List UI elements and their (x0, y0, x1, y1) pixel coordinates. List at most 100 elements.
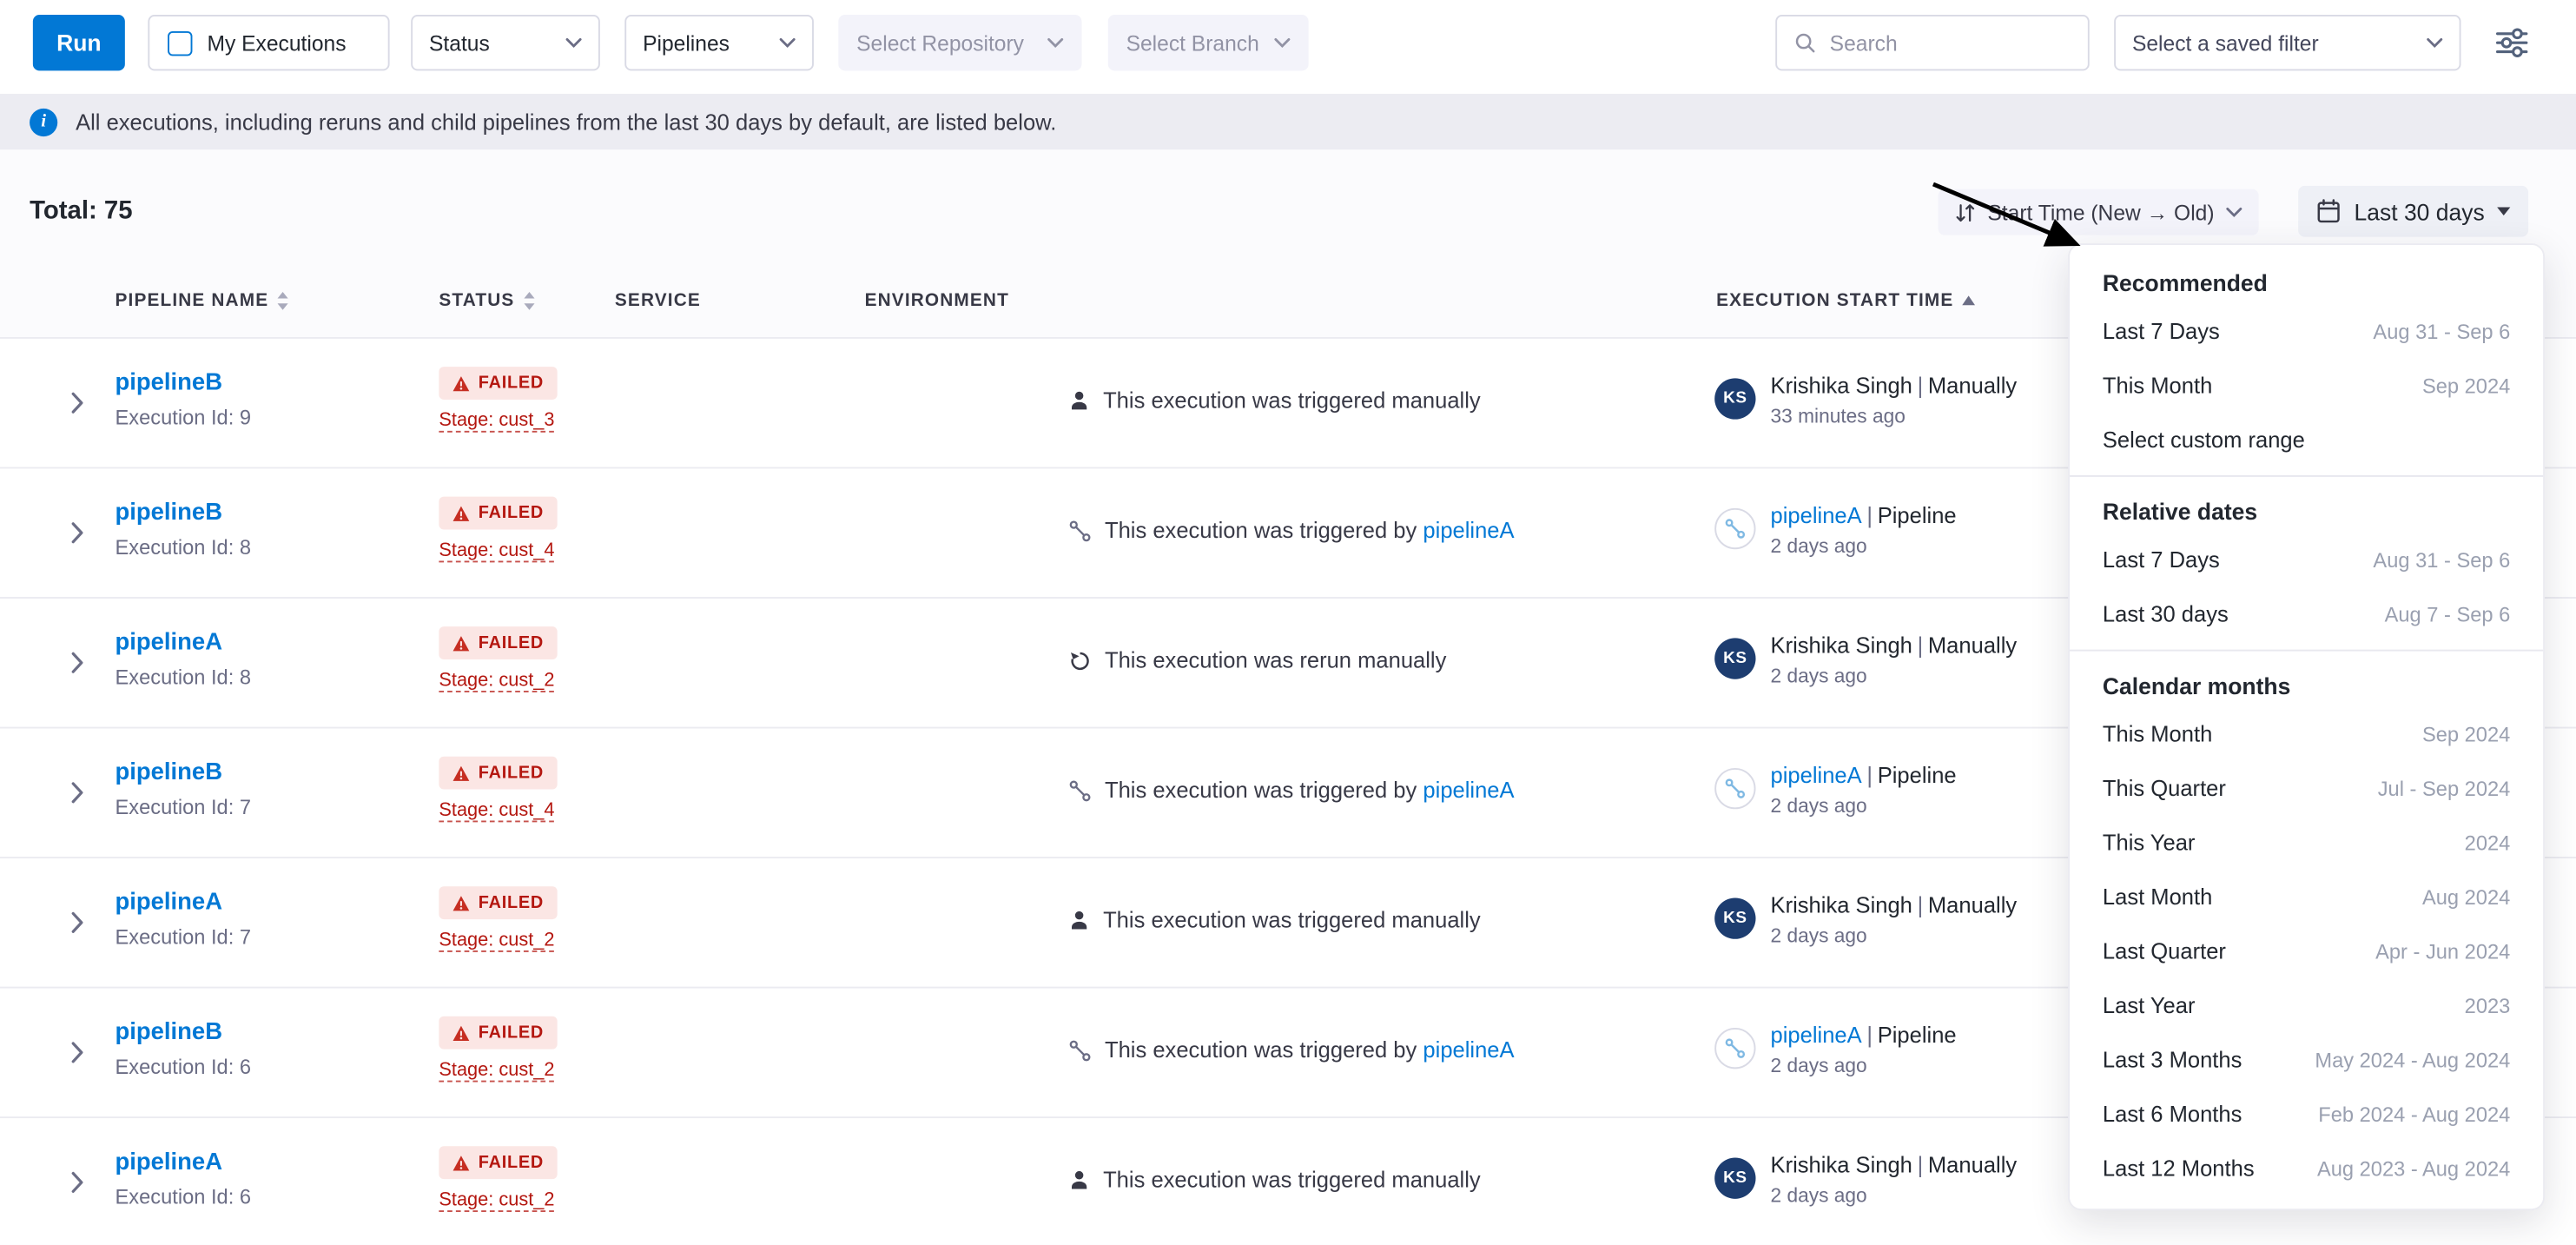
trigger-pipeline-link[interactable]: pipelineA (1423, 1037, 1514, 1062)
date-range-option[interactable]: Last Quarter Apr - Jun 2024 (2070, 924, 2543, 978)
date-range-option[interactable]: Last 7 Days Aug 31 - Sep 6 (2070, 304, 2543, 358)
starter-name: pipelineA (1771, 763, 1862, 787)
failed-stage-link[interactable]: Stage: cust_2 (439, 671, 554, 692)
starter-name: Krishika Singh (1771, 374, 1912, 398)
date-range-option[interactable]: This Month Sep 2024 (2070, 359, 2543, 413)
saved-filter-dropdown[interactable]: Select a saved filter (2114, 15, 2460, 70)
date-range-option[interactable]: Last 6 Months Feb 2024 - Aug 2024 (2070, 1087, 2543, 1141)
my-executions-checkbox[interactable] (168, 30, 192, 55)
select-branch-dropdown[interactable]: Select Branch (1108, 15, 1309, 70)
pipeline-name-link[interactable]: pipelineB (115, 370, 222, 396)
expand-row-chevron-icon[interactable] (70, 911, 83, 934)
trigger-text: This execution was triggered manually (1103, 908, 1481, 932)
starter-name: Krishika Singh (1771, 893, 1912, 917)
column-header[interactable]: PIPELINE NAME (115, 291, 289, 311)
date-range-option[interactable]: Last 3 Months May 2024 - Aug 2024 (2070, 1033, 2543, 1087)
failed-stage-link[interactable]: Stage: cust_4 (439, 541, 554, 563)
execution-start-time-cell: pipelineA|Pipeline 2 days ago (1714, 490, 1956, 558)
user-icon (1068, 390, 1090, 412)
execution-start-time-cell: KS Krishika Singh|Manually 2 days ago (1714, 620, 2017, 688)
expand-row-chevron-icon[interactable] (70, 781, 83, 804)
pipeline-name-link[interactable]: pipelineB (115, 1020, 222, 1046)
search-icon (1793, 31, 1816, 54)
pipeline-name-link[interactable]: pipelineB (115, 500, 222, 526)
trigger-type: Manually (1928, 893, 2017, 917)
time-ago: 33 minutes ago (1771, 405, 2018, 427)
trigger-info: This execution was triggered manually (1068, 908, 1480, 932)
sort-order-label: Start Time (New → Old) (1987, 200, 2214, 224)
failed-stage-link[interactable]: Stage: cust_3 (439, 411, 554, 433)
column-header[interactable]: EXECUTION START TIME (1716, 291, 1977, 311)
caret-down-icon (2498, 207, 2511, 215)
filter-settings-button[interactable] (2493, 24, 2530, 65)
warning-triangle-icon (452, 504, 471, 522)
pipeline-name-link[interactable]: pipelineA (115, 1149, 222, 1175)
my-executions-filter[interactable]: My Executions (148, 15, 389, 70)
expand-row-chevron-icon[interactable] (70, 521, 83, 544)
sort-arrows-icon (1955, 202, 1977, 223)
sort-order-dropdown[interactable]: Start Time (New → Old) (1939, 189, 2259, 235)
search-input[interactable] (1830, 30, 2071, 55)
trigger-text: This execution was triggered by (1105, 778, 1423, 802)
pipeline-avatar (1714, 768, 1755, 809)
date-range-dropdown-button[interactable]: Last 30 days (2298, 186, 2529, 237)
run-button[interactable]: Run (33, 15, 125, 70)
column-header: ENVIRONMENT (865, 291, 1009, 311)
time-ago: 2 days ago (1771, 794, 1957, 817)
execution-id: Execution Id: 7 (115, 796, 251, 818)
expand-row-chevron-icon[interactable] (70, 652, 83, 674)
failed-stage-link[interactable]: Stage: cust_2 (439, 1061, 554, 1083)
pipeline-name-link[interactable]: pipelineA (115, 630, 222, 656)
date-range-option[interactable]: This Month Sep 2024 (2070, 707, 2543, 761)
failed-stage-link[interactable]: Stage: cust_2 (439, 1190, 554, 1212)
info-banner-text: All executions, including reruns and chi… (76, 109, 1056, 134)
failed-stage-link[interactable]: Stage: cust_4 (439, 801, 554, 823)
calendar-icon (2316, 199, 2341, 223)
trigger-info: This execution was triggered by pipeline… (1068, 778, 1514, 802)
trigger-type: Manually (1928, 1153, 2017, 1177)
status-badge: FAILED (439, 1146, 557, 1179)
date-range-option[interactable]: Last 30 days Aug 7 - Sep 6 (2070, 587, 2543, 641)
expand-row-chevron-icon[interactable] (70, 1171, 83, 1194)
date-range-option[interactable]: Last Month Aug 2024 (2070, 870, 2543, 924)
user-icon (1068, 910, 1090, 931)
trigger-text: This execution was triggered manually (1103, 1168, 1481, 1192)
date-range-option[interactable]: Last 7 Days Aug 31 - Sep 6 (2070, 533, 2543, 586)
execution-id: Execution Id: 7 (115, 926, 251, 949)
trigger-info: This execution was triggered by pipeline… (1068, 1037, 1514, 1062)
trigger-type: Pipeline (1878, 503, 1957, 527)
select-repository-dropdown[interactable]: Select Repository (838, 15, 1081, 70)
warning-triangle-icon (452, 764, 471, 782)
starter-name: pipelineA (1771, 503, 1862, 527)
chevron-down-icon (2226, 207, 2242, 216)
pipeline-name-link[interactable]: pipelineA (115, 890, 222, 916)
execution-start-time-cell: pipelineA|Pipeline 2 days ago (1714, 750, 1956, 818)
pipelines-dropdown[interactable]: Pipelines (624, 15, 814, 70)
warning-triangle-icon (452, 894, 471, 912)
info-banner: i All executions, including reruns and c… (0, 94, 2576, 149)
pipeline-name-link[interactable]: pipelineB (115, 759, 222, 785)
execution-id: Execution Id: 8 (115, 536, 251, 559)
toolbar: Run My Executions Status Pipelines Selec… (0, 0, 2576, 94)
date-menu-section: Recommended Last 7 Days Aug 31 - Sep 6 T… (2070, 253, 2543, 467)
trigger-pipeline-link[interactable]: pipelineA (1423, 778, 1514, 802)
status-badge: FAILED (439, 497, 557, 530)
pipeline-avatar (1714, 1028, 1755, 1069)
execution-start-time-cell: pipelineA|Pipeline 2 days ago (1714, 1010, 1956, 1077)
date-range-option[interactable]: Last 12 Months Aug 2023 - Aug 2024 (2070, 1142, 2543, 1195)
time-ago: 2 days ago (1771, 534, 1957, 557)
column-header[interactable]: STATUS (439, 291, 536, 311)
date-range-option[interactable]: This Quarter Jul - Sep 2024 (2070, 761, 2543, 815)
expand-row-chevron-icon[interactable] (70, 391, 83, 414)
expand-row-chevron-icon[interactable] (70, 1041, 83, 1063)
date-range-option[interactable]: Last Year 2023 (2070, 978, 2543, 1032)
date-range-option[interactable]: This Year 2024 (2070, 816, 2543, 870)
chevron-down-icon (1047, 38, 1064, 48)
trigger-pipeline-link[interactable]: pipelineA (1423, 518, 1514, 542)
date-range-option[interactable]: Select custom range (2070, 413, 2543, 467)
rerun-icon (1068, 649, 1091, 672)
status-dropdown[interactable]: Status (411, 15, 600, 70)
time-ago: 2 days ago (1771, 1054, 1957, 1076)
failed-stage-link[interactable]: Stage: cust_2 (439, 930, 554, 952)
execution-id: Execution Id: 6 (115, 1056, 251, 1078)
